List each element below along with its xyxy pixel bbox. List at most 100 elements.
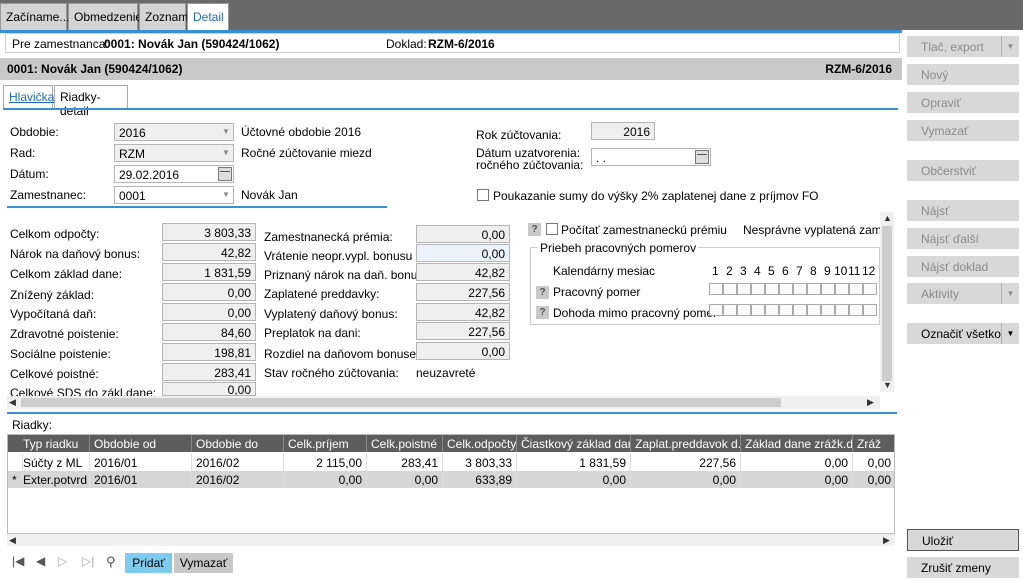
celkom-zaklad-label: Celkom základ dane:	[10, 267, 123, 281]
znizeny-zaklad-value: 0,00	[162, 283, 256, 301]
pp-label: Pracovný pomer	[553, 285, 641, 299]
zam-premia-value: 0,00	[416, 225, 510, 243]
help-icon[interactable]: ?	[528, 223, 541, 236]
najst-dalsi-button[interactable]: Nájsť ďalší	[907, 228, 1019, 249]
arrow-right-icon[interactable]: ▶	[867, 397, 874, 408]
search-icon[interactable]: ⚲	[106, 554, 116, 570]
ulozit-button[interactable]: Uložiť	[907, 529, 1019, 551]
datum-uzav-input[interactable]: . .	[591, 148, 711, 166]
column-header[interactable]: Celk.poistné	[367, 435, 443, 452]
column-header[interactable]: Celk.príjem	[284, 435, 367, 452]
chevron-down-icon[interactable]: ▼	[1001, 283, 1019, 304]
next-record-icon[interactable]: ▷	[58, 554, 67, 568]
column-header[interactable]: Obdobie do	[192, 435, 284, 452]
top-tab-bar: Začíname... Obmedzenie Zoznam Detail	[0, 0, 1023, 30]
calendar-icon[interactable]	[695, 150, 709, 164]
chevron-down-icon[interactable]: ▼	[1001, 36, 1019, 57]
riadky-table[interactable]: Typ riadku Obdobie od Obdobie do Celk.pr…	[7, 434, 895, 534]
month-label: 2	[726, 264, 733, 278]
calendar-icon[interactable]	[218, 167, 232, 181]
month-label: 11	[848, 264, 861, 278]
pridat-button[interactable]: Pridať	[125, 553, 172, 573]
tlac-export-button[interactable]: Tlač, export ▼	[907, 36, 1019, 57]
narok-bonus-value: 42,82	[162, 243, 256, 261]
vertical-scrollbar[interactable]: ▲ ▼	[880, 212, 894, 392]
column-header[interactable]: Celk.odpočty	[443, 435, 517, 452]
cell: 2016/01	[90, 454, 192, 471]
vymazat-button[interactable]: Vymazať	[907, 120, 1019, 141]
obdobie-select[interactable]: 2016 ▼	[114, 123, 234, 141]
najst-doklad-button[interactable]: Nájsť doklad	[907, 256, 1019, 277]
oznacit-vsetko-button[interactable]: Označiť všetko ▼	[907, 323, 1019, 344]
month-cell	[793, 304, 807, 316]
tab-obmedzenie[interactable]: Obmedzenie	[68, 3, 142, 30]
celkove-sds-value: 0,00	[162, 382, 256, 396]
chevron-down-icon[interactable]: ▼	[1001, 323, 1019, 344]
table-row[interactable]: Súčty z ML 2016/01 2016/02 2 115,00 283,…	[8, 454, 894, 471]
arrow-right-icon[interactable]: ▶	[883, 535, 890, 546]
month-cell	[737, 304, 751, 316]
scroll-thumb[interactable]	[21, 398, 781, 407]
month-cell	[807, 304, 821, 316]
vratenie-label: Vrátenie neopr.vypl. bonusu	[264, 249, 413, 263]
preplatok-value: 227,56	[416, 322, 510, 340]
column-header[interactable]: Zráž	[853, 435, 894, 452]
arrow-down-icon[interactable]: ▼	[883, 380, 892, 390]
vymazat-row-button[interactable]: Vymazať	[174, 553, 233, 573]
tab-zoznam[interactable]: Zoznam	[139, 3, 188, 30]
novy-button[interactable]: Nový	[907, 64, 1019, 85]
tab-label: Detail	[193, 10, 224, 24]
arrow-left-icon[interactable]: ◀	[9, 535, 16, 546]
month-cell	[779, 283, 793, 295]
zrusit-zmeny-button[interactable]: Zrušiť zmeny	[907, 557, 1019, 578]
subtab-riadky-detail[interactable]: Riadky-detail	[54, 85, 128, 118]
celkom-zaklad-value: 1 831,59	[162, 263, 256, 281]
najst-button[interactable]: Nájsť	[907, 200, 1019, 221]
month-label: 10	[834, 264, 848, 278]
zamestnanec-desc: Novák Jan	[241, 188, 298, 202]
aktivity-button[interactable]: Aktivity ▼	[907, 283, 1019, 304]
help-icon[interactable]: ?	[536, 306, 549, 319]
record-doc: RZM-6/2016	[825, 62, 892, 76]
celkove-poistne-label: Celkové poistné:	[10, 367, 99, 381]
vratenie-input[interactable]: 0,00	[416, 244, 510, 262]
help-icon[interactable]: ?	[536, 286, 549, 299]
obcerstvit-button[interactable]: Občerstviť	[907, 160, 1019, 181]
preplatok-label: Preplatok na dani:	[264, 326, 361, 340]
column-header[interactable]: Zaplat.preddavok d.	[631, 435, 741, 452]
horizontal-scrollbar[interactable]: ◀ ▶	[7, 396, 880, 409]
chevron-down-icon: ▼	[222, 148, 230, 157]
arrow-left-icon[interactable]: ◀	[9, 397, 16, 408]
column-header[interactable]: Základ dane zrážk.daň	[741, 435, 853, 452]
pocitat-premiu-checkbox[interactable]	[546, 223, 558, 235]
month-cell	[849, 304, 863, 316]
subtab-hlavicka[interactable]: Hlavička	[3, 85, 54, 109]
first-record-icon[interactable]: |◀	[12, 554, 24, 568]
grid-horizontal-scrollbar[interactable]: ◀ ▶	[7, 534, 895, 546]
datum-input[interactable]: 29.02.2016	[114, 165, 234, 183]
arrow-up-icon[interactable]: ▲	[883, 213, 892, 223]
tab-label: Začíname...	[6, 10, 70, 24]
month-label: 6	[782, 264, 789, 278]
opravit-button[interactable]: Opraviť	[907, 92, 1019, 113]
znizeny-zaklad-label: Znížený základ:	[10, 288, 95, 302]
column-header[interactable]: Typ riadku	[8, 435, 90, 452]
last-record-icon[interactable]: ▷|	[82, 554, 94, 568]
table-row[interactable]: * Exter.potvrd 2016/01 2016/02 0,00 0,00…	[8, 471, 894, 488]
tab-detail[interactable]: Detail	[187, 3, 229, 30]
stav-label: Stav ročného zúčtovania:	[264, 366, 399, 380]
cell: 2016/02	[192, 454, 284, 471]
rad-value: RZM	[119, 147, 145, 161]
column-header[interactable]: Čiastkový základ dane	[517, 435, 631, 452]
scroll-thumb[interactable]	[882, 226, 892, 381]
rad-select[interactable]: RZM ▼	[114, 144, 234, 162]
poukazanie-checkbox[interactable]	[477, 189, 489, 201]
zdravotne-label: Zdravotné poistenie:	[10, 327, 119, 341]
zamestnanec-select[interactable]: 0001 ▼	[114, 186, 234, 204]
month-cell	[723, 283, 737, 295]
prev-record-icon[interactable]: ◀	[36, 554, 45, 568]
tab-zaciname[interactable]: Začíname...	[0, 3, 70, 30]
narok-bonus-label: Nárok na daňový bonus:	[10, 247, 141, 261]
rozdiel-bonus-value: 0,00	[416, 342, 510, 360]
column-header[interactable]: Obdobie od	[90, 435, 192, 452]
